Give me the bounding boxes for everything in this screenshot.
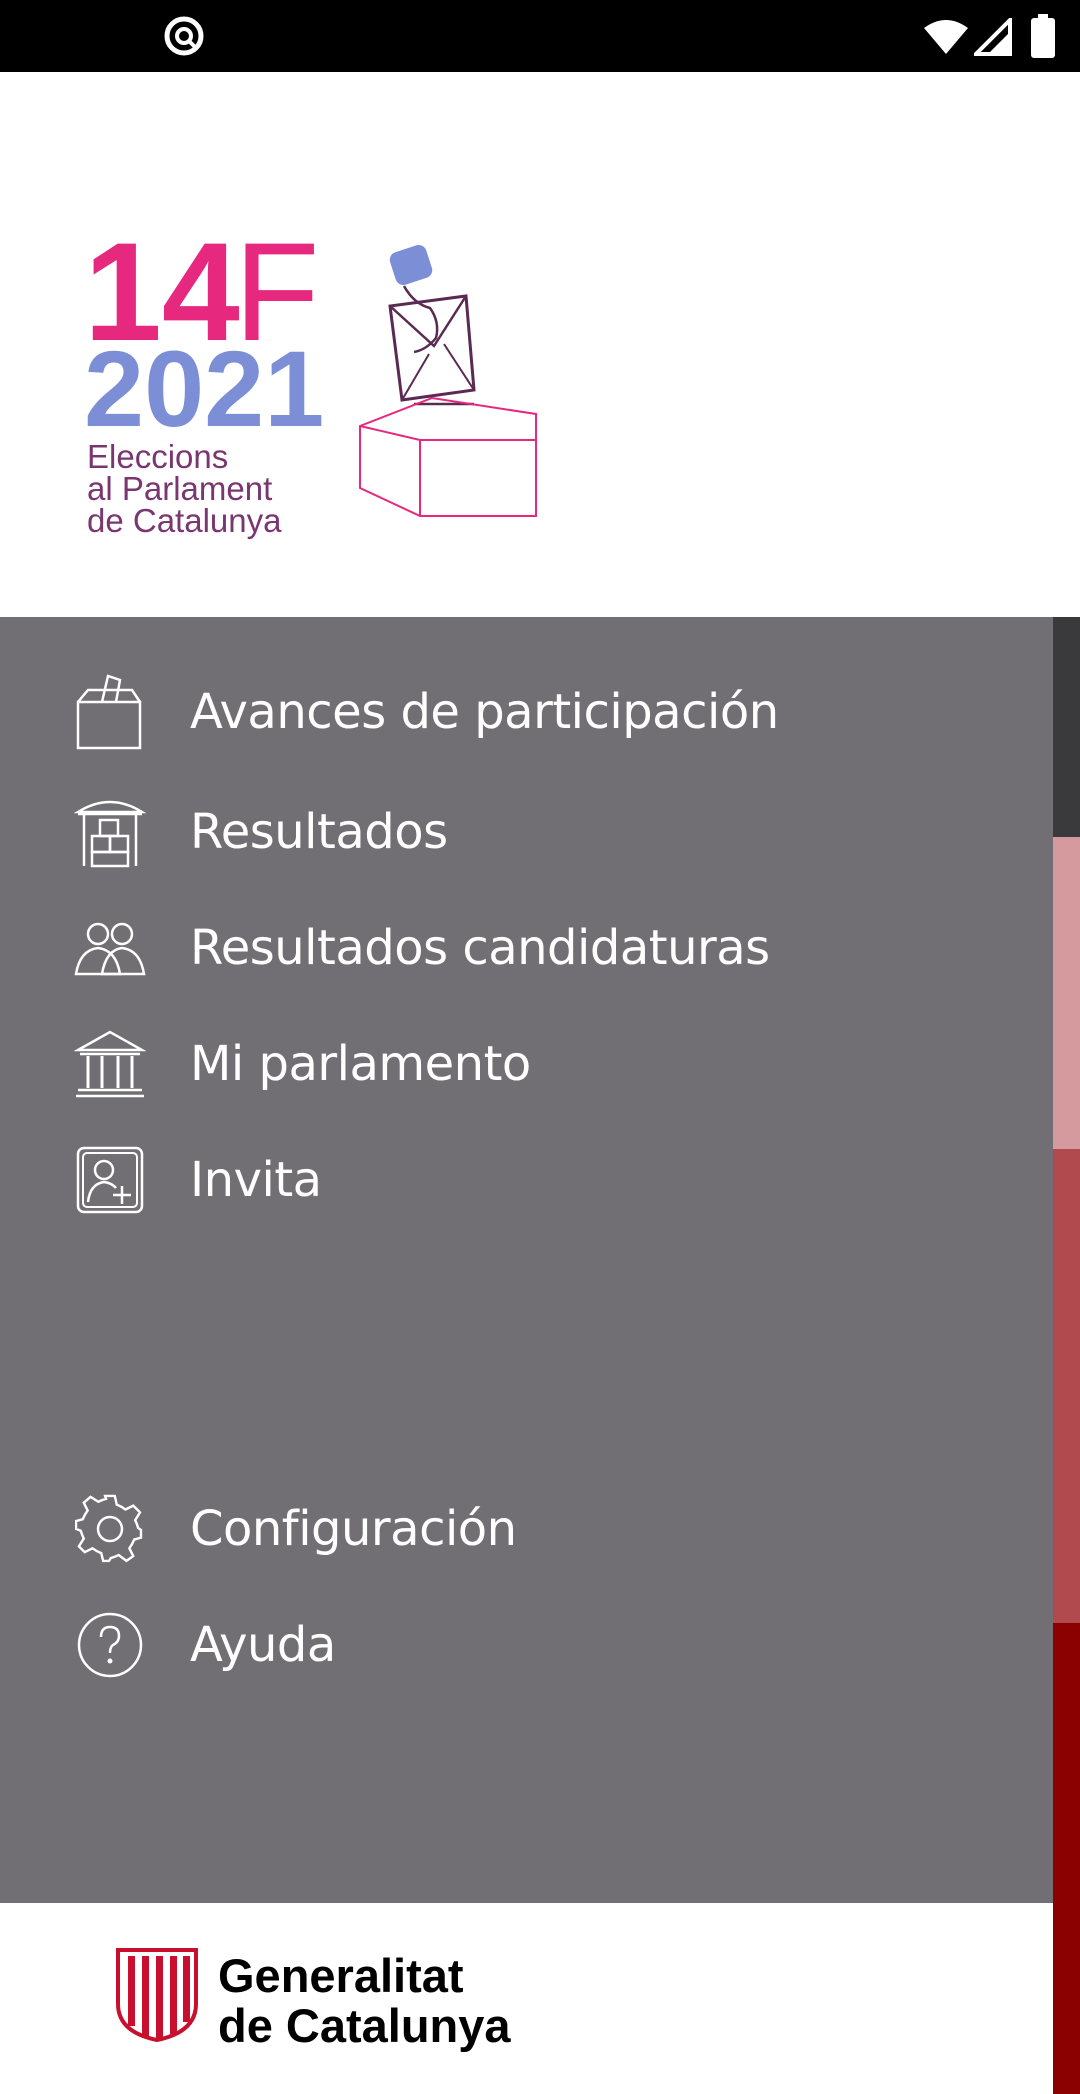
- brand-line-1: Generalitat: [218, 1949, 464, 2002]
- menu-item-avances[interactable]: Avances de participación: [0, 662, 1053, 762]
- help-icon: [74, 1609, 146, 1681]
- svg-text:2021: 2021: [84, 328, 324, 449]
- signal-icon: [974, 18, 1012, 56]
- parliament-icon: [74, 1028, 146, 1100]
- content-peek-strip-2: [1053, 837, 1080, 1149]
- menu-item-label: Mi parlamento: [190, 1036, 531, 1092]
- menu-item-label: Ayuda: [190, 1617, 336, 1673]
- invite-user-icon: [74, 1144, 146, 1216]
- menu-item-configuracion[interactable]: Configuración: [0, 1479, 1053, 1579]
- menu-item-label: Invita: [190, 1152, 322, 1208]
- ballot-box-icon: [74, 674, 146, 750]
- content-peek-strip-4: [1053, 1623, 1080, 2094]
- menu-item-ayuda[interactable]: Ayuda: [0, 1595, 1053, 1695]
- content-peek-strip-1: [1053, 617, 1080, 837]
- svg-text:de Catalunya: de Catalunya: [87, 502, 282, 539]
- menu-item-label: Configuración: [190, 1501, 517, 1557]
- wifi-icon: [924, 20, 968, 54]
- senyera-emblem: [116, 1948, 198, 2042]
- results-building-icon: [74, 796, 146, 868]
- ballot-hand-illustration: [359, 245, 537, 517]
- candidates-icon: [74, 912, 146, 984]
- brand-line-2: de Catalunya: [218, 1999, 511, 2052]
- gear-icon: [74, 1493, 146, 1565]
- menu-item-label: Resultados candidaturas: [190, 920, 770, 976]
- battery-icon: [1031, 14, 1055, 58]
- content-peek-strip-3: [1053, 1149, 1080, 1623]
- menu-item-label: Resultados: [190, 804, 448, 860]
- election-logo: 14 F 2021 Eleccions al Parlament de Cata…: [84, 226, 537, 539]
- drawer-footer: Generalitat de Catalunya: [0, 1903, 1053, 2094]
- menu-item-label: Avances de participación: [190, 684, 779, 740]
- do-not-disturb-icon: [164, 16, 204, 56]
- menu-item-invita[interactable]: Invita: [0, 1130, 1053, 1230]
- status-bar: [0, 0, 1080, 72]
- generalitat-wordmark: Generalitat de Catalunya: [218, 1951, 511, 2051]
- navigation-drawer: Avances de participación Resultados Resu…: [0, 617, 1053, 1903]
- drawer-header: 14 F 2021 Eleccions al Parlament de Cata…: [0, 72, 1080, 617]
- menu-item-resultados-candidaturas[interactable]: Resultados candidaturas: [0, 898, 1053, 998]
- menu-item-mi-parlamento[interactable]: Mi parlamento: [0, 1014, 1053, 1114]
- menu-item-resultados[interactable]: Resultados: [0, 782, 1053, 882]
